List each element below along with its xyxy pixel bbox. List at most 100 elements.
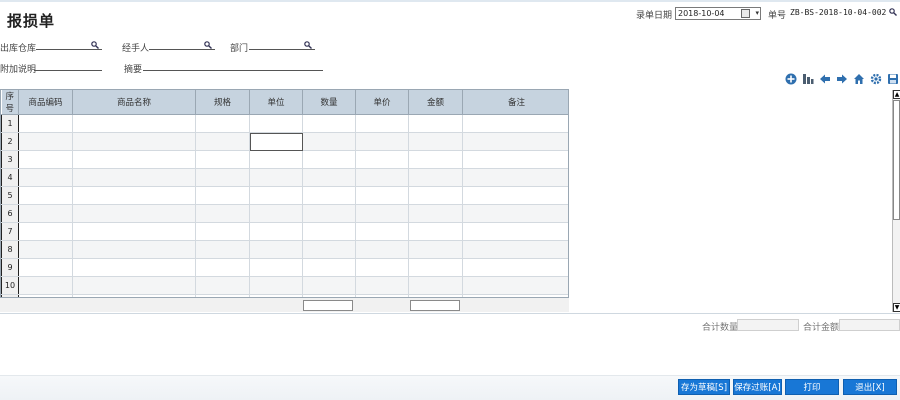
search-icon[interactable]	[889, 8, 897, 16]
grid-cell[interactable]	[72, 186, 196, 205]
grid-cell[interactable]	[18, 168, 73, 187]
grid-cell[interactable]	[249, 168, 303, 187]
table-row[interactable]: 10	[1, 276, 568, 295]
grid-cell[interactable]	[408, 222, 463, 241]
grid-cell[interactable]	[408, 132, 463, 151]
grid-cell[interactable]	[249, 222, 303, 241]
grid-cell[interactable]	[462, 186, 568, 205]
grid-cell[interactable]	[195, 276, 250, 295]
col-header-unit[interactable]: 单位	[249, 90, 303, 115]
grid-cell[interactable]	[462, 168, 568, 187]
grid-cell[interactable]	[72, 114, 196, 133]
grid-cell[interactable]	[195, 132, 250, 151]
grid-cell[interactable]	[355, 186, 409, 205]
grid-cell[interactable]	[195, 168, 250, 187]
grid-cell[interactable]	[249, 258, 303, 277]
grid-cell[interactable]	[462, 204, 568, 223]
grid-cell[interactable]	[249, 114, 303, 133]
grid-cell[interactable]	[462, 150, 568, 169]
grid-cell[interactable]	[249, 132, 303, 151]
grid-cell[interactable]	[462, 132, 568, 151]
col-header-amount[interactable]: 金额	[408, 90, 463, 115]
table-row[interactable]: 3	[1, 150, 568, 169]
grid-cell[interactable]	[195, 186, 250, 205]
col-header-price[interactable]: 单价	[355, 90, 409, 115]
grid-cell[interactable]	[408, 258, 463, 277]
grid-cell[interactable]	[408, 276, 463, 295]
grid-cell[interactable]	[18, 114, 73, 133]
table-row[interactable]: 9	[1, 258, 568, 277]
grid-cell[interactable]	[72, 204, 196, 223]
search-icon[interactable]	[304, 41, 312, 49]
grid-cell[interactable]	[302, 240, 356, 259]
grid-cell[interactable]	[195, 204, 250, 223]
table-row[interactable]: 8	[1, 240, 568, 259]
home-icon[interactable]	[852, 72, 865, 85]
scroll-thumb[interactable]	[893, 100, 900, 220]
grid-cell[interactable]	[302, 132, 356, 151]
grid-cell[interactable]	[18, 186, 73, 205]
exit-button[interactable]: 退出[X]	[843, 379, 897, 395]
grid-cell[interactable]	[408, 114, 463, 133]
grid-cell[interactable]	[249, 204, 303, 223]
save-draft-button[interactable]: 存为草稿[S]	[678, 379, 730, 395]
grid-cell[interactable]	[408, 150, 463, 169]
grid-cell[interactable]	[72, 258, 196, 277]
calendar-icon[interactable]	[741, 9, 750, 18]
col-header-spec[interactable]: 规格	[195, 90, 250, 115]
grid-cell[interactable]	[355, 240, 409, 259]
grid-cell[interactable]	[18, 150, 73, 169]
grid-cell[interactable]	[302, 186, 356, 205]
grid-cell[interactable]	[18, 222, 73, 241]
grid-cell[interactable]	[18, 204, 73, 223]
table-row[interactable]: 4	[1, 168, 568, 187]
grid-cell[interactable]	[408, 168, 463, 187]
table-row[interactable]: 1	[1, 114, 568, 133]
grid-cell[interactable]	[302, 258, 356, 277]
grid-cell[interactable]	[408, 240, 463, 259]
grid-cell[interactable]	[72, 150, 196, 169]
grid-cell[interactable]	[195, 114, 250, 133]
dropdown-arrow-icon[interactable]: ▾	[755, 9, 759, 18]
scroll-up-icon[interactable]: ▲	[893, 90, 900, 99]
grid-cell[interactable]	[302, 150, 356, 169]
bill-no-value[interactable]: ZB-BS-2018-10-04-002	[790, 8, 886, 17]
grid-cell[interactable]	[355, 204, 409, 223]
summary-input[interactable]	[143, 61, 323, 71]
print-button[interactable]: 打印	[785, 379, 839, 395]
grid-cell[interactable]	[302, 114, 356, 133]
grid-cell[interactable]	[355, 258, 409, 277]
col-header-code[interactable]: 商品编码	[18, 90, 73, 115]
grid-cell[interactable]	[302, 204, 356, 223]
grid-cell[interactable]	[18, 258, 73, 277]
grid-cell[interactable]	[462, 114, 568, 133]
table-row[interactable]: 5	[1, 186, 568, 205]
arrow-left-icon[interactable]	[818, 72, 831, 85]
table-row[interactable]: 6	[1, 204, 568, 223]
grid-cell[interactable]	[355, 168, 409, 187]
scroll-down-icon[interactable]: ▼	[893, 303, 900, 312]
grid-cell[interactable]	[249, 240, 303, 259]
grid-cell[interactable]	[302, 276, 356, 295]
grid-cell[interactable]	[18, 276, 73, 295]
search-icon[interactable]	[91, 41, 99, 49]
grid-cell[interactable]	[72, 168, 196, 187]
add-circle-icon[interactable]	[784, 72, 797, 85]
col-header-remark[interactable]: 备注	[462, 90, 568, 115]
note-input[interactable]	[34, 61, 102, 71]
grid-cell[interactable]	[195, 258, 250, 277]
grid-cell[interactable]	[355, 150, 409, 169]
save-icon[interactable]	[886, 72, 899, 85]
grid-cell[interactable]	[72, 276, 196, 295]
grid-cell[interactable]	[72, 240, 196, 259]
search-icon[interactable]	[204, 41, 212, 49]
save-post-button[interactable]: 保存过账[A]	[733, 379, 782, 395]
grid-cell[interactable]	[195, 222, 250, 241]
grid-cell[interactable]	[72, 222, 196, 241]
grid-cell[interactable]	[195, 240, 250, 259]
col-header-name[interactable]: 商品名称	[72, 90, 196, 115]
grid-cell[interactable]	[355, 276, 409, 295]
col-header-qty[interactable]: 数量	[302, 90, 356, 115]
grid-cell[interactable]	[72, 132, 196, 151]
grid-cell[interactable]	[249, 186, 303, 205]
